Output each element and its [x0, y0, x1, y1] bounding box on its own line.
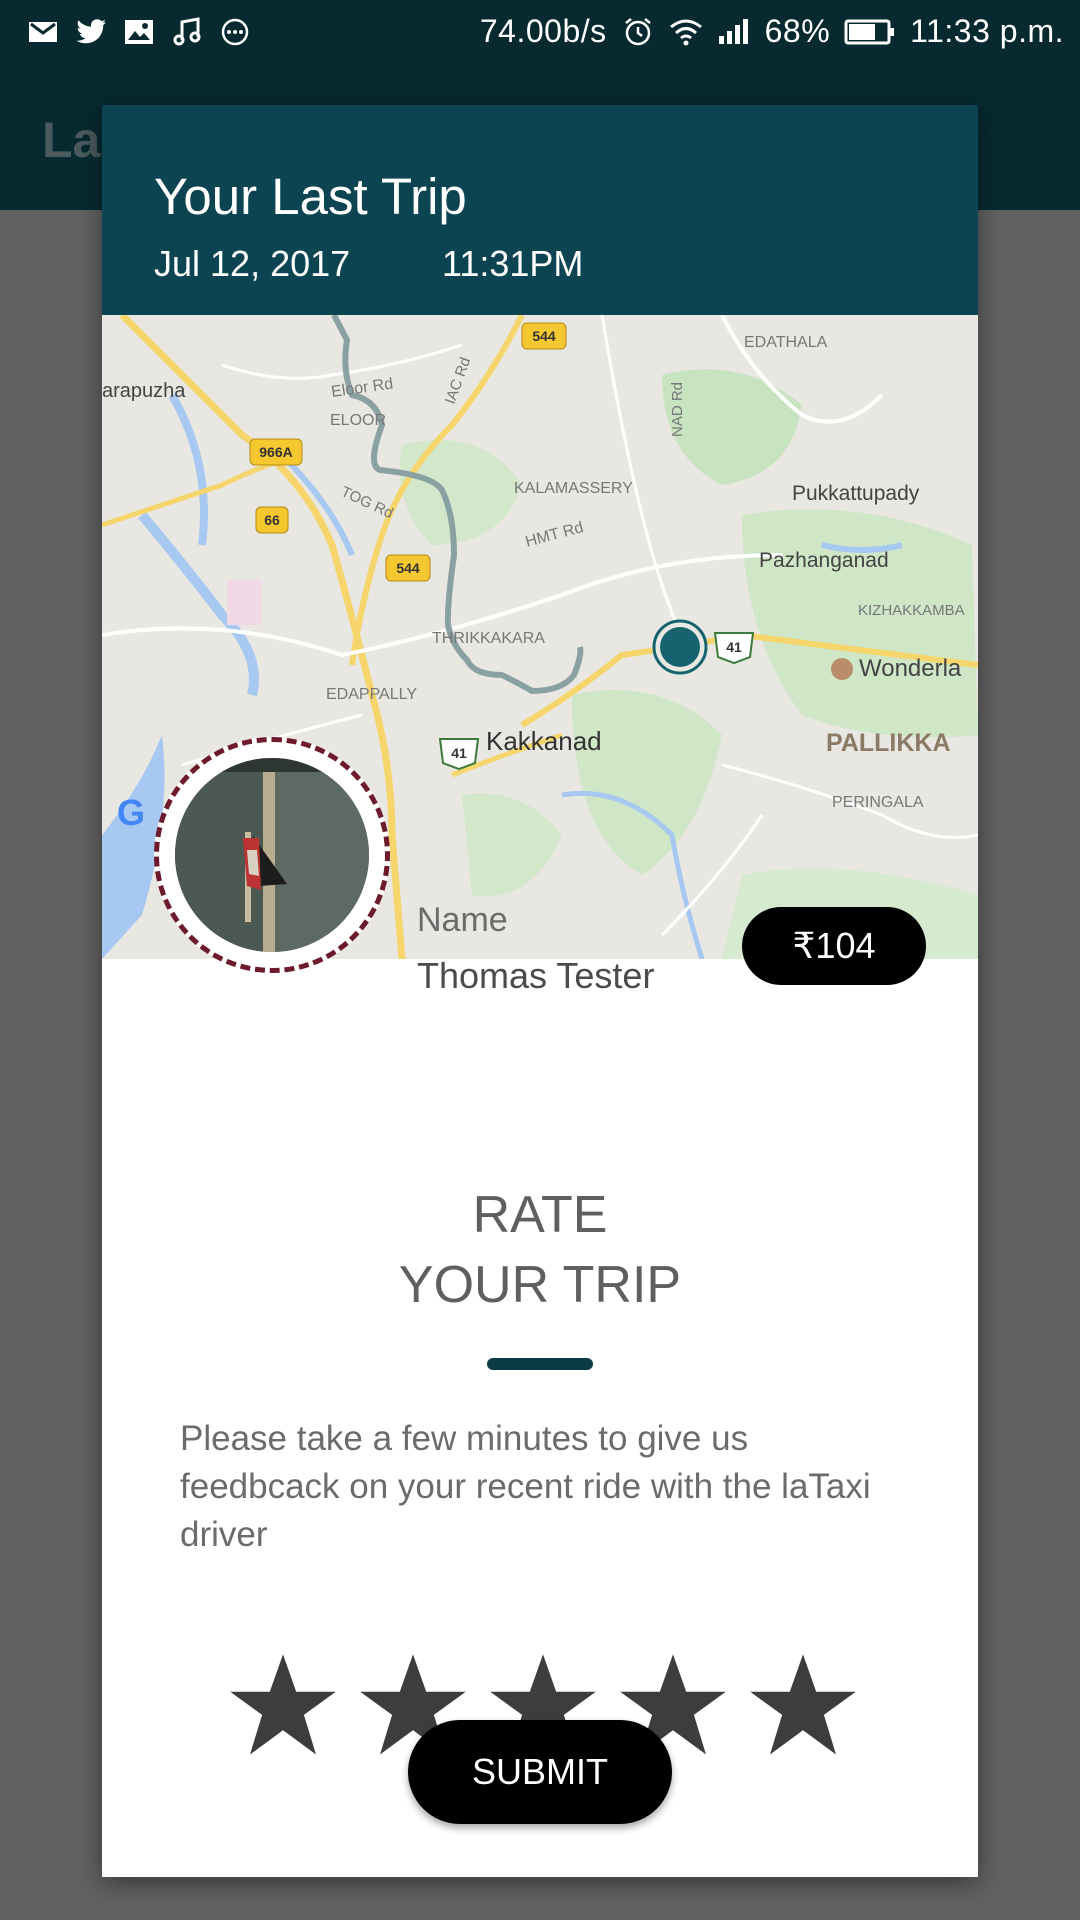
- svg-text:EDATHALA: EDATHALA: [744, 334, 828, 351]
- network-speed: 74.00b/s: [479, 13, 607, 49]
- svg-text:41: 41: [726, 639, 742, 655]
- rate-title-line1: RATE: [472, 1186, 608, 1244]
- star-5-icon[interactable]: [748, 1650, 858, 1760]
- dialog-header: Your Last Trip Jul 12, 2017 11:31PM: [102, 105, 978, 315]
- svg-text:Pazhanganad: Pazhanganad: [759, 549, 889, 572]
- svg-text:66: 66: [264, 512, 280, 528]
- svg-text:ELOOR: ELOOR: [330, 412, 386, 429]
- alarm-icon: [621, 15, 655, 49]
- title-divider: [487, 1358, 593, 1370]
- svg-text:PALLIKKA: PALLIKKA: [826, 729, 951, 757]
- gmail-icon: [26, 15, 60, 49]
- notification-icons: [26, 15, 252, 49]
- svg-text:NAD Rd: NAD Rd: [669, 382, 686, 437]
- signal-icon: [717, 15, 751, 49]
- svg-text:EDAPPALLY: EDAPPALLY: [326, 686, 417, 703]
- svg-text:Wonderla: Wonderla: [859, 655, 962, 682]
- svg-text:544: 544: [532, 328, 556, 344]
- svg-text:arapuzha: arapuzha: [102, 380, 186, 402]
- submit-button[interactable]: SUBMIT: [408, 1720, 672, 1824]
- svg-text:Pukkattupady: Pukkattupady: [792, 482, 920, 505]
- clock: 11:33 p.m.: [910, 13, 1064, 49]
- wifi-icon: [669, 15, 703, 49]
- rate-title: RATE YOUR TRIP: [102, 1180, 978, 1320]
- battery-icon: [844, 15, 896, 49]
- feedback-message: Please take a few minutes to give us fee…: [180, 1419, 871, 1554]
- app-title-partial: La: [42, 112, 101, 168]
- battery-percent: 68%: [764, 13, 831, 49]
- twitter-icon: [74, 15, 108, 49]
- rate-title-line2: YOUR TRIP: [398, 1256, 682, 1314]
- trip-time: 11:31PM: [442, 243, 584, 284]
- trip-date: Jul 12, 2017: [154, 243, 351, 284]
- svg-text:PERINGALA: PERINGALA: [832, 794, 924, 811]
- star-1-icon[interactable]: [228, 1650, 338, 1760]
- dialog-title: Your Last Trip: [154, 168, 467, 225]
- music-icon: [170, 15, 204, 49]
- svg-text:966A: 966A: [259, 444, 292, 460]
- svg-text:Kakkanad: Kakkanad: [486, 726, 602, 756]
- driver-avatar: [154, 737, 390, 973]
- driver-name-label: Name: [417, 901, 508, 939]
- fare-badge: ₹104: [742, 907, 926, 985]
- system-indicators: 74.00b/s 68% 11:33 p.m.: [480, 13, 1064, 50]
- svg-text:THRIKKAKARA: THRIKKAKARA: [432, 630, 545, 647]
- driver-photo: [175, 758, 369, 952]
- svg-text:G: G: [117, 792, 145, 833]
- gallery-icon: [122, 15, 156, 49]
- status-bar: 74.00b/s 68% 11:33 p.m.: [0, 0, 1080, 63]
- svg-text:KALAMASSERY: KALAMASSERY: [514, 480, 633, 497]
- svg-text:544: 544: [396, 560, 420, 576]
- more-notifications-icon: [218, 15, 252, 49]
- svg-text:KIZHAKKAMBA: KIZHAKKAMBA: [858, 602, 965, 619]
- svg-text:41: 41: [451, 745, 467, 761]
- last-trip-dialog: Your Last Trip Jul 12, 2017 11:31PM 544 …: [102, 105, 978, 1877]
- driver-name: Thomas Tester: [417, 955, 655, 996]
